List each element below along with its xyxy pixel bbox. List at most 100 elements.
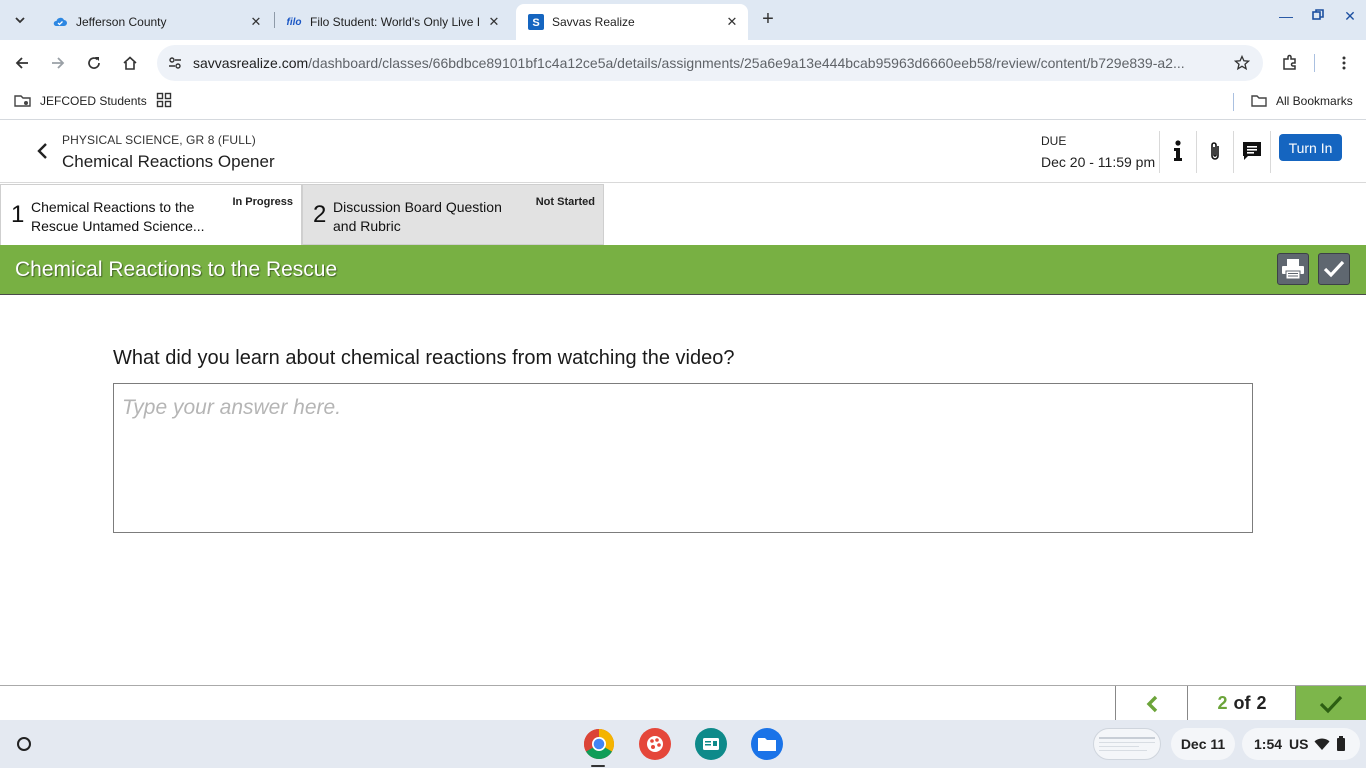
- wifi-icon: [1314, 738, 1330, 750]
- course-name: PHYSICAL SCIENCE, GR 8 (FULL): [62, 133, 256, 147]
- answer-textarea[interactable]: [113, 383, 1253, 533]
- page-indicator: 2 of 2: [1189, 686, 1295, 721]
- os-shelf: Dec 11 1:54 US: [0, 720, 1366, 768]
- item-number: 2: [313, 201, 327, 228]
- extensions-icon[interactable]: [1278, 51, 1302, 75]
- savvas-logo-icon: S: [528, 14, 544, 30]
- all-bookmarks-button[interactable]: All Bookmarks: [1250, 92, 1353, 110]
- item-name: Discussion Board Question and Rubric: [333, 199, 502, 234]
- browser-toolbar: savvasrealize.com/dashboard/classes/66bd…: [0, 40, 1366, 86]
- launcher-button[interactable]: [10, 730, 38, 758]
- running-indicator: [591, 765, 605, 767]
- site-info-icon[interactable]: [163, 51, 187, 75]
- classroom-app-icon[interactable]: [695, 728, 727, 760]
- bookmark-folder-jefcoed[interactable]: JEFCOED Students: [14, 92, 147, 110]
- launcher-circle-icon: [17, 737, 31, 751]
- attachment-icon[interactable]: [1201, 137, 1229, 165]
- previous-item-button[interactable]: [1115, 686, 1188, 721]
- svg-text:S: S: [532, 17, 539, 29]
- restore-icon[interactable]: [1308, 8, 1328, 24]
- url-path: /dashboard/classes/66bdbce89101bf1c4a12c…: [308, 55, 1185, 71]
- time-text: 1:54: [1254, 736, 1283, 752]
- date-tray[interactable]: Dec 11: [1171, 728, 1235, 760]
- close-tab-icon[interactable]: ✕: [246, 12, 266, 32]
- header-divider: [1196, 131, 1197, 173]
- content-title-banner: Chemical Reactions to the Rescue: [0, 245, 1366, 295]
- print-button[interactable]: [1277, 253, 1309, 285]
- chrome-app-icon[interactable]: [583, 728, 615, 760]
- header-divider: [1270, 131, 1271, 173]
- assignment-item-tabs: 1 Chemical Reactions to the Rescue Untam…: [0, 184, 1366, 245]
- checkmark-icon: [1319, 695, 1343, 713]
- tab-title: Filo Student: World's Only Live I: [310, 15, 481, 29]
- address-bar[interactable]: savvasrealize.com/dashboard/classes/66bd…: [157, 45, 1263, 81]
- cloud-icon: [52, 14, 68, 30]
- browser-menu-icon[interactable]: [1332, 51, 1356, 75]
- due-date: Dec 20 - 11:59 pm: [1041, 154, 1156, 170]
- content-title: Chemical Reactions to the Rescue: [15, 258, 338, 281]
- folder-icon: [1250, 92, 1268, 110]
- toolbar-divider: [1314, 54, 1315, 72]
- turn-in-button[interactable]: Turn In: [1279, 134, 1342, 161]
- chevron-down-icon: [15, 17, 25, 24]
- minimize-icon[interactable]: —: [1276, 8, 1296, 24]
- all-bookmarks-label: All Bookmarks: [1276, 94, 1353, 108]
- finish-button[interactable]: [1295, 686, 1366, 721]
- header-divider: [1233, 131, 1234, 173]
- close-tab-icon[interactable]: ✕: [484, 12, 504, 32]
- back-to-assignments-button[interactable]: [30, 139, 54, 163]
- info-icon[interactable]: [1164, 137, 1192, 165]
- assignment-header: PHYSICAL SCIENCE, GR 8 (FULL) Chemical R…: [0, 121, 1366, 183]
- url-host: savvasrealize.com: [193, 55, 309, 71]
- tab-title: Jefferson County: [76, 15, 167, 29]
- chevron-left-icon: [37, 143, 47, 159]
- item-status-badge: Not Started: [535, 196, 595, 208]
- battery-icon: [1337, 736, 1346, 751]
- locale-text: US: [1289, 736, 1309, 752]
- tab-title: Savvas Realize: [552, 15, 635, 29]
- question-prompt: What did you learn about chemical reacti…: [113, 347, 735, 369]
- item-number: 1: [11, 201, 25, 228]
- close-window-icon[interactable]: ✕: [1340, 8, 1360, 25]
- files-app-icon[interactable]: [751, 728, 783, 760]
- apps-grid-icon[interactable]: [156, 92, 172, 108]
- bookmarks-divider: [1233, 93, 1234, 111]
- browser-tab-filo[interactable]: filo Filo Student: World's Only Live I ✕: [274, 4, 510, 40]
- browser-tab-savvas[interactable]: S Savvas Realize ✕: [516, 4, 748, 40]
- new-tab-button[interactable]: +: [757, 9, 779, 31]
- chevron-left-icon: [1146, 695, 1157, 712]
- close-tab-icon[interactable]: ✕: [722, 12, 742, 32]
- forward-icon[interactable]: [46, 51, 70, 75]
- back-icon[interactable]: [10, 51, 34, 75]
- bookmark-star-icon[interactable]: [1231, 52, 1253, 74]
- date-text: Dec 11: [1180, 736, 1226, 752]
- mark-complete-button[interactable]: [1318, 253, 1350, 285]
- canvas-app-icon[interactable]: [639, 728, 671, 760]
- filo-logo-icon: filo: [286, 16, 302, 28]
- bookmark-folder-label: JEFCOED Students: [40, 94, 147, 108]
- url-text: savvasrealize.com/dashboard/classes/66bd…: [193, 55, 1217, 71]
- status-tray[interactable]: 1:54 US: [1242, 728, 1360, 760]
- browser-tab-strip: Jefferson County ✕ filo Filo Student: Wo…: [0, 0, 1366, 40]
- current-page: 2: [1217, 693, 1228, 713]
- item-pager: 2 of 2: [0, 685, 1366, 721]
- managed-folder-icon: [14, 92, 32, 110]
- page-of-label: of: [1233, 693, 1251, 713]
- browser-tab-jefferson[interactable]: Jefferson County ✕: [40, 4, 272, 40]
- assignment-title: Chemical Reactions Opener: [62, 152, 275, 171]
- bookmarks-bar: JEFCOED Students All Bookmarks: [0, 86, 1366, 120]
- tab-search-button[interactable]: [8, 8, 32, 32]
- printer-icon: [1282, 259, 1304, 280]
- home-icon[interactable]: [118, 51, 142, 75]
- reload-icon[interactable]: [82, 51, 106, 75]
- total-pages: 2: [1256, 693, 1267, 713]
- item-tab-1[interactable]: 1 Chemical Reactions to the Rescue Untam…: [0, 184, 302, 245]
- item-status-badge: In Progress: [232, 196, 293, 208]
- header-divider: [1159, 131, 1160, 173]
- checkmark-icon: [1323, 260, 1345, 278]
- item-tab-2[interactable]: 2 Discussion Board Question and Rubric N…: [302, 184, 604, 245]
- desk-preview-thumbnail[interactable]: [1093, 728, 1161, 760]
- due-label: DUE: [1041, 134, 1067, 148]
- comment-icon[interactable]: [1238, 137, 1266, 165]
- item-name: Chemical Reactions to the Rescue Untamed…: [31, 199, 205, 234]
